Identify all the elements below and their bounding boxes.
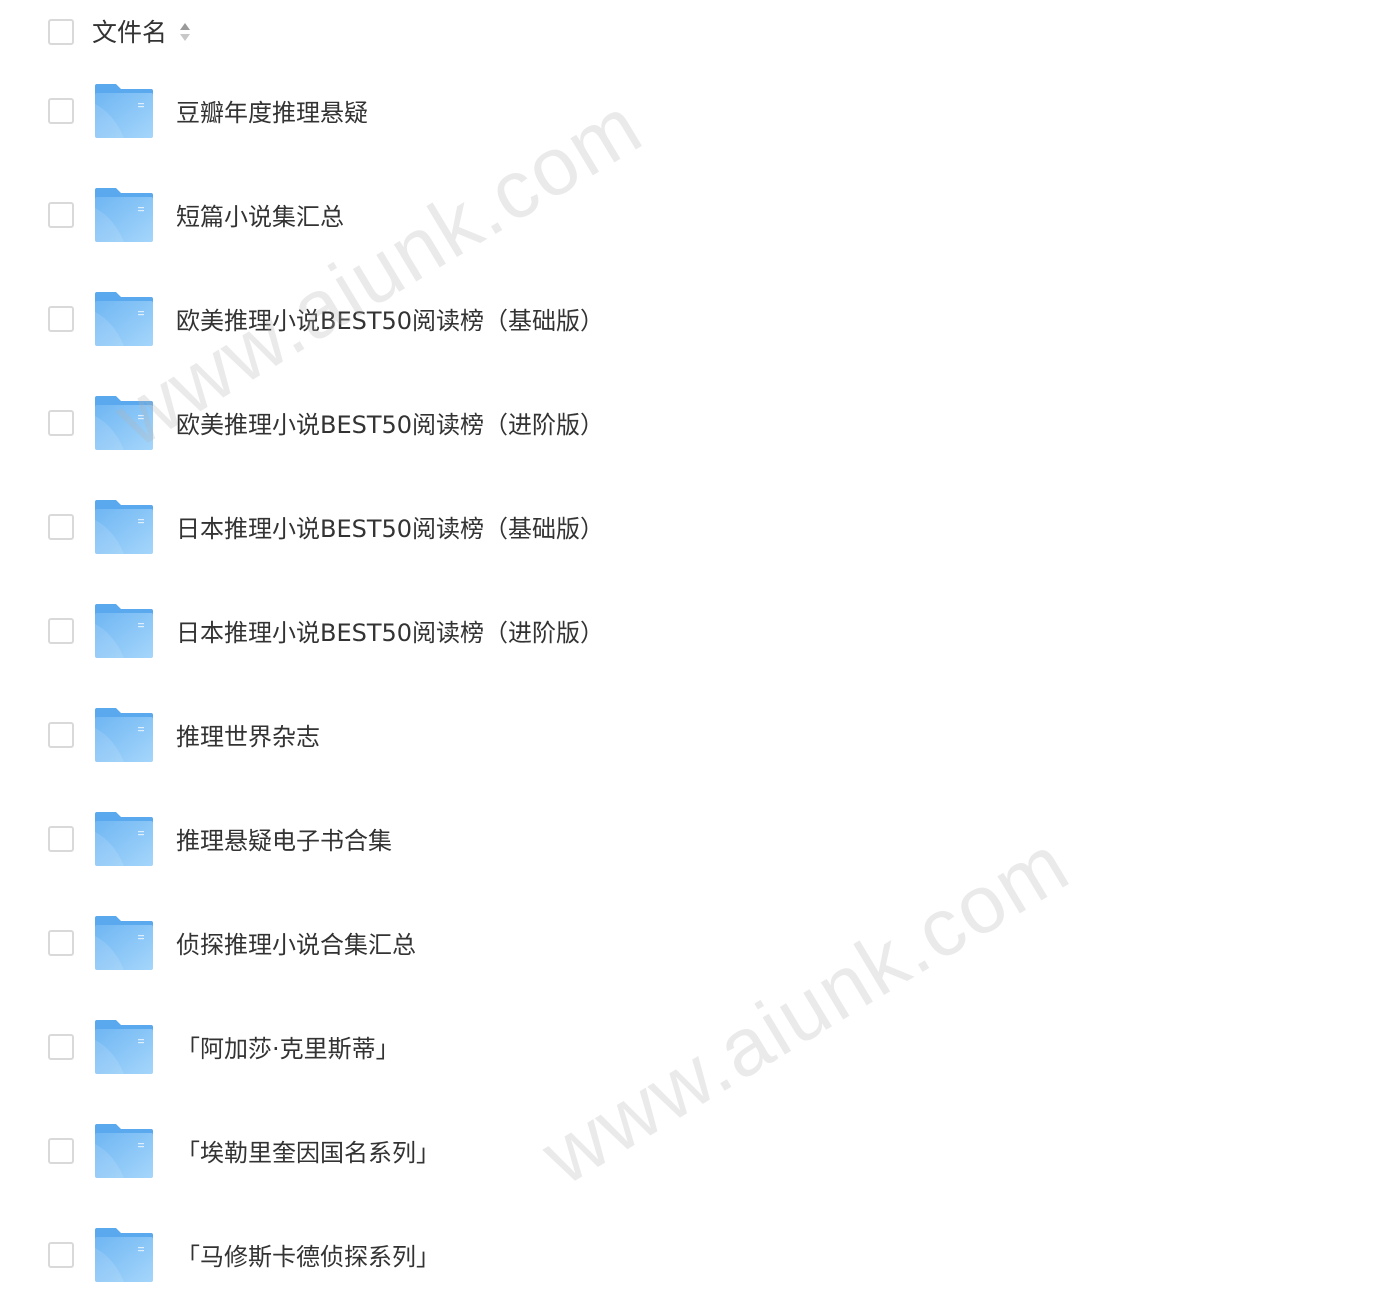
file-row[interactable]: 欧美推理小说BEST50阅读榜（基础版）: [0, 270, 1384, 374]
row-checkbox[interactable]: [48, 514, 74, 540]
folder-icon: [95, 84, 153, 138]
folder-icon: [95, 604, 153, 658]
file-name[interactable]: 日本推理小说BEST50阅读榜（进阶版）: [176, 616, 604, 650]
file-row[interactable]: 「埃勒里奎因国名系列」: [0, 1102, 1384, 1206]
folder-icon: [95, 500, 153, 554]
folder-icon: [95, 916, 153, 970]
file-row[interactable]: 日本推理小说BEST50阅读榜（进阶版）: [0, 582, 1384, 686]
file-list-header: 文件名: [0, 0, 1384, 66]
file-name[interactable]: 欧美推理小说BEST50阅读榜（进阶版）: [176, 408, 604, 442]
file-row[interactable]: 日本推理小说BEST50阅读榜（基础版）: [0, 478, 1384, 582]
row-checkbox[interactable]: [48, 826, 74, 852]
folder-icon: [95, 812, 153, 866]
file-row[interactable]: 「阿加莎·克里斯蒂」: [0, 998, 1384, 1102]
file-name[interactable]: 「埃勒里奎因国名系列」: [176, 1136, 440, 1170]
row-checkbox[interactable]: [48, 1242, 74, 1268]
folder-icon: [95, 1124, 153, 1178]
file-name[interactable]: 侦探推理小说合集汇总: [176, 928, 416, 962]
row-checkbox[interactable]: [48, 618, 74, 644]
row-checkbox[interactable]: [48, 98, 74, 124]
folder-icon: [95, 188, 153, 242]
file-row[interactable]: 「马修斯卡德侦探系列」: [0, 1206, 1384, 1310]
row-checkbox[interactable]: [48, 306, 74, 332]
folder-icon: [95, 396, 153, 450]
row-checkbox[interactable]: [48, 202, 74, 228]
row-checkbox[interactable]: [48, 1034, 74, 1060]
folder-icon: [95, 1020, 153, 1074]
file-row[interactable]: 短篇小说集汇总: [0, 166, 1384, 270]
select-all-checkbox[interactable]: [48, 19, 74, 45]
file-name[interactable]: 推理悬疑电子书合集: [176, 824, 392, 858]
file-name[interactable]: 推理世界杂志: [176, 720, 320, 754]
file-name[interactable]: 「阿加莎·克里斯蒂」: [176, 1032, 400, 1066]
file-name[interactable]: 日本推理小说BEST50阅读榜（基础版）: [176, 512, 604, 546]
row-checkbox[interactable]: [48, 1138, 74, 1164]
file-name[interactable]: 欧美推理小说BEST50阅读榜（基础版）: [176, 304, 604, 338]
file-name[interactable]: 豆瓣年度推理悬疑: [176, 96, 368, 130]
sort-icon[interactable]: [178, 20, 192, 44]
row-checkbox[interactable]: [48, 410, 74, 436]
file-row[interactable]: 豆瓣年度推理悬疑: [0, 62, 1384, 166]
file-row[interactable]: 欧美推理小说BEST50阅读榜（进阶版）: [0, 374, 1384, 478]
folder-icon: [95, 1228, 153, 1282]
folder-icon: [95, 708, 153, 762]
file-row[interactable]: 推理悬疑电子书合集: [0, 790, 1384, 894]
file-name[interactable]: 短篇小说集汇总: [176, 200, 344, 234]
column-header-filename[interactable]: 文件名: [92, 15, 167, 51]
folder-icon: [95, 292, 153, 346]
file-row[interactable]: 侦探推理小说合集汇总: [0, 894, 1384, 998]
file-row[interactable]: 推理世界杂志: [0, 686, 1384, 790]
row-checkbox[interactable]: [48, 930, 74, 956]
file-name[interactable]: 「马修斯卡德侦探系列」: [176, 1240, 440, 1274]
row-checkbox[interactable]: [48, 722, 74, 748]
